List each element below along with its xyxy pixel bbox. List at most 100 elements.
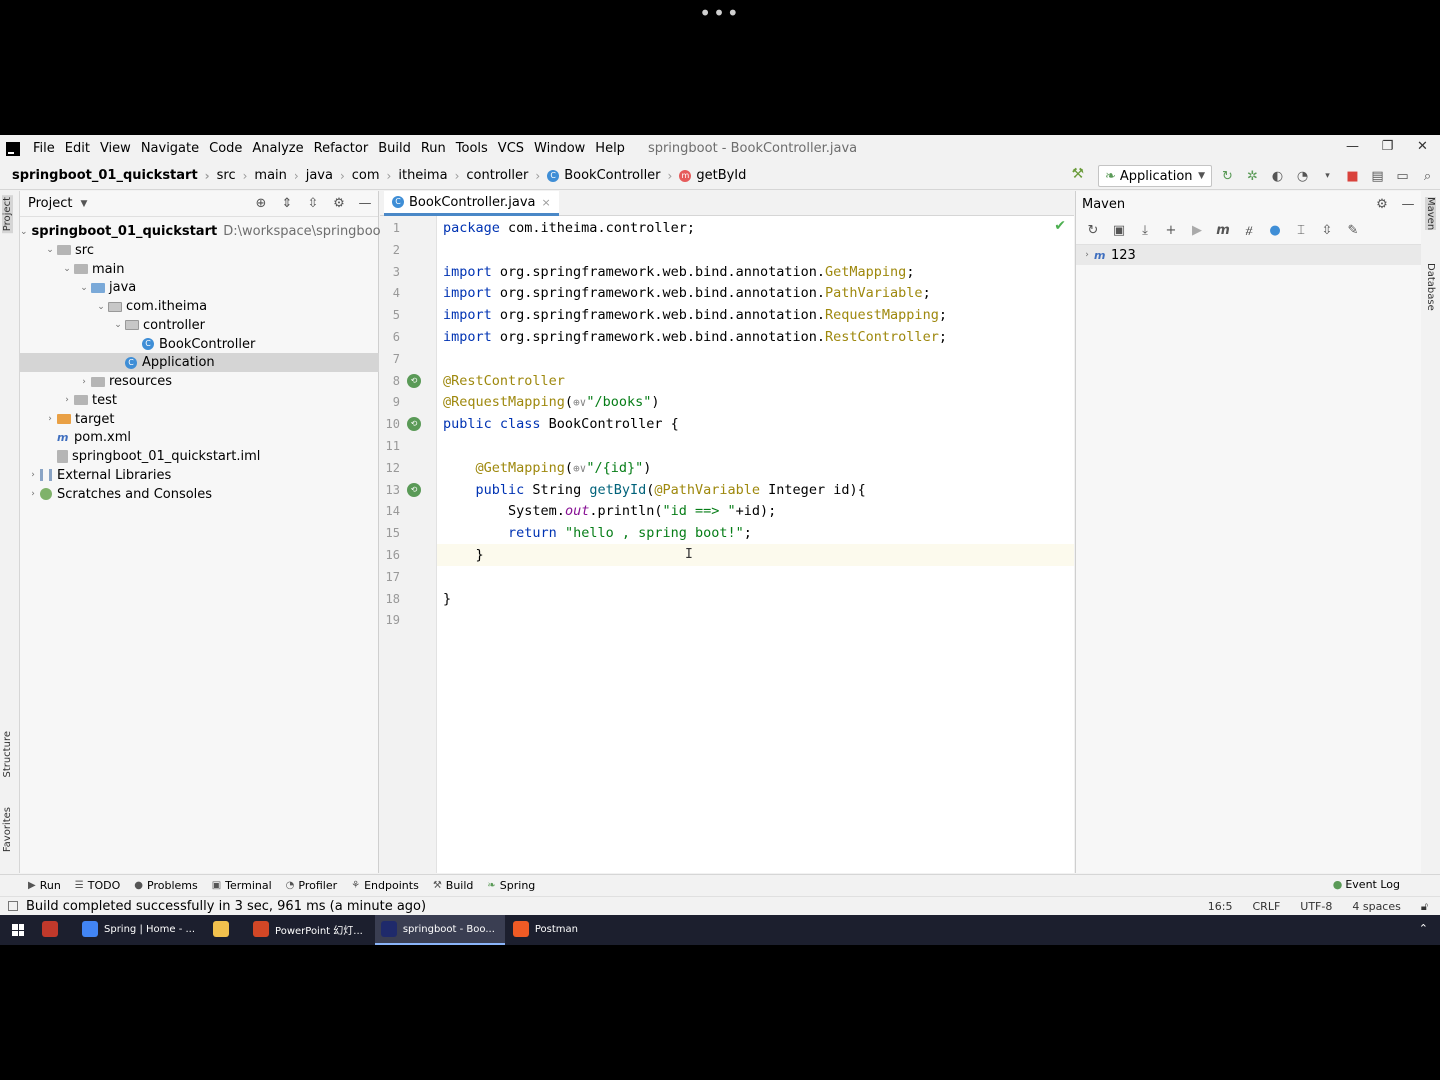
profile-icon[interactable]: ◔ <box>1290 169 1315 184</box>
lock-icon[interactable]: 🔓︎ <box>1421 897 1428 916</box>
menu-edit[interactable]: Edit <box>60 135 95 162</box>
collapse-icon[interactable]: ⇳ <box>1314 223 1340 238</box>
taskbar-app[interactable]: springboot - Boo... <box>374 915 505 945</box>
tree-item[interactable]: C BookController <box>20 335 379 354</box>
taskbar-app[interactable]: Postman <box>507 915 588 945</box>
skip-tests-icon[interactable]: ⧣ <box>1236 223 1262 238</box>
chevron-down-icon[interactable]: ⌄ <box>43 245 57 255</box>
menu-run[interactable]: Run <box>416 135 451 162</box>
menu-file[interactable]: File <box>28 135 60 162</box>
add-folder-icon[interactable]: ▣ <box>1106 223 1132 238</box>
tray-chevron-up-icon[interactable]: ⌃ <box>1419 922 1428 935</box>
todo-tool-button[interactable]: ☰ TODO <box>75 879 120 892</box>
tree-item[interactable]: ⌄ springboot_01_quickstart D:\workspace\sp… <box>20 222 397 241</box>
breadcrumb-main[interactable]: main › <box>254 168 305 183</box>
restore-button[interactable]: ❐ <box>1370 135 1405 162</box>
gear-icon[interactable]: ⚙ <box>326 196 352 211</box>
tree-item[interactable]: springboot_01_quickstart.iml <box>20 447 379 466</box>
chevron-down-icon[interactable]: ▼ <box>80 199 87 209</box>
build-tool-button[interactable]: ⚒ Build <box>433 879 474 892</box>
breadcrumb-itheima[interactable]: itheima › <box>398 168 466 183</box>
reload-icon[interactable]: ↻ <box>1080 223 1106 238</box>
menu-analyze[interactable]: Analyze <box>247 135 308 162</box>
hide-icon[interactable]: — <box>352 196 378 211</box>
debug-icon[interactable]: ✲ <box>1240 169 1265 184</box>
chevron-right-icon[interactable]: › <box>77 377 91 387</box>
hide-icon[interactable]: — <box>1395 197 1421 212</box>
chevron-down-icon[interactable]: ⌄ <box>20 227 28 237</box>
minimize-button[interactable]: — <box>1335 135 1370 162</box>
show-deps-icon[interactable]: ⌶ <box>1288 223 1314 238</box>
event-log-button[interactable]: ● Event Log <box>1333 878 1400 891</box>
tree-item[interactable]: › Scratches and Consoles <box>20 485 379 504</box>
file-encoding[interactable]: UTF-8 <box>1300 897 1332 916</box>
run-icon[interactable]: ▶ <box>1184 223 1210 238</box>
tree-item[interactable]: ⌄ controller <box>20 316 379 335</box>
problems-tool-button[interactable]: ● Problems <box>134 879 197 892</box>
favorites-tool-tab[interactable]: Favorites <box>2 807 13 852</box>
endpoints-tool-button[interactable]: ⚘ Endpoints <box>351 879 419 892</box>
menu-code[interactable]: Code <box>204 135 247 162</box>
menu-build[interactable]: Build <box>373 135 416 162</box>
rerun-icon[interactable]: ↻ <box>1215 169 1240 184</box>
code-editor[interactable]: ✔ package com.itheima.controller; import … <box>437 216 1074 873</box>
menu-help[interactable]: Help <box>590 135 630 162</box>
tree-item[interactable]: ⌄ main <box>20 260 379 279</box>
menu-window[interactable]: Window <box>529 135 590 162</box>
lightning-icon[interactable]: ● <box>1262 223 1288 238</box>
wrench-icon[interactable]: ✎ <box>1340 223 1366 238</box>
spring-bean-gutter-icon[interactable]: ⟲ <box>407 417 421 432</box>
chevron-right-icon[interactable]: › <box>60 395 74 405</box>
gear-icon[interactable]: ⚙ <box>1369 197 1395 212</box>
stop-icon[interactable]: ■ <box>1340 169 1365 184</box>
breadcrumb-java[interactable]: java › <box>306 168 352 183</box>
chevron-down-icon[interactable]: ⌄ <box>60 264 74 274</box>
database-tool-tab[interactable]: Database <box>1425 263 1436 311</box>
tree-item[interactable]: ⌄ src <box>20 241 379 260</box>
profiler-tool-button[interactable]: ◔ Profiler <box>286 879 337 892</box>
tree-item[interactable]: C Application <box>20 353 379 373</box>
tree-item[interactable]: › External Libraries <box>20 466 379 485</box>
indent-setting[interactable]: 4 spaces <box>1352 897 1401 916</box>
coverage-icon[interactable]: ◐ <box>1265 169 1290 184</box>
status-toggle-icon[interactable] <box>8 901 18 911</box>
taskbar-app[interactable]: Spring | Home - ... <box>76 915 205 945</box>
breadcrumb-project[interactable]: springboot_01_quickstart › <box>12 168 217 183</box>
close-button[interactable]: ✕ <box>1405 135 1440 162</box>
spring-bean-gutter-icon[interactable]: ⟲ <box>407 373 421 388</box>
chevron-down-icon[interactable]: ⌄ <box>77 283 91 293</box>
menu-vcs[interactable]: VCS <box>493 135 529 162</box>
tree-item[interactable]: › test <box>20 391 379 410</box>
chevron-down-icon[interactable]: ⌄ <box>94 302 108 312</box>
close-tab-icon[interactable]: × <box>541 196 550 209</box>
maven-project-row[interactable]: › m 123 <box>1076 245 1421 265</box>
chevron-down-icon[interactable]: ⌄ <box>111 320 125 330</box>
spring-bean-gutter-icon[interactable]: ⟲ <box>407 482 421 497</box>
breadcrumb-controller[interactable]: controller › <box>466 168 547 183</box>
build-hammer-icon[interactable]: ⚒ <box>1071 166 1084 182</box>
chevron-right-icon[interactable]: › <box>26 470 40 480</box>
tree-item[interactable]: › target <box>20 410 379 429</box>
menu-refactor[interactable]: Refactor <box>309 135 374 162</box>
download-icon[interactable]: ⤓ <box>1132 223 1158 238</box>
terminal-tool-button[interactable]: ▣ Terminal <box>212 879 272 892</box>
line-separator[interactable]: CRLF <box>1253 897 1281 916</box>
tree-item[interactable]: ⌄ java <box>20 278 379 297</box>
tree-item[interactable]: ⌄ com.itheima <box>20 297 379 316</box>
menu-navigate[interactable]: Navigate <box>136 135 204 162</box>
taskbar-app[interactable] <box>36 915 74 945</box>
menu-tools[interactable]: Tools <box>451 135 493 162</box>
taskbar-app[interactable] <box>207 915 245 945</box>
project-tool-tab[interactable]: Project <box>2 195 13 234</box>
tree-item[interactable]: › resources <box>20 372 379 391</box>
chevron-right-icon[interactable]: › <box>26 489 40 499</box>
menu-view[interactable]: View <box>95 135 136 162</box>
breadcrumb-com[interactable]: com › <box>352 168 399 183</box>
start-button[interactable] <box>0 915 36 945</box>
search-icon[interactable]: ⌕ <box>1415 169 1440 184</box>
taskbar-app[interactable]: PowerPoint 幻灯... <box>247 915 373 945</box>
plus-icon[interactable]: + <box>1158 223 1184 238</box>
breadcrumb-bookcontroller[interactable]: C BookController › <box>547 168 679 183</box>
chevron-right-icon[interactable]: › <box>43 414 57 424</box>
run-tool-button[interactable]: ▶ Run <box>28 879 61 892</box>
